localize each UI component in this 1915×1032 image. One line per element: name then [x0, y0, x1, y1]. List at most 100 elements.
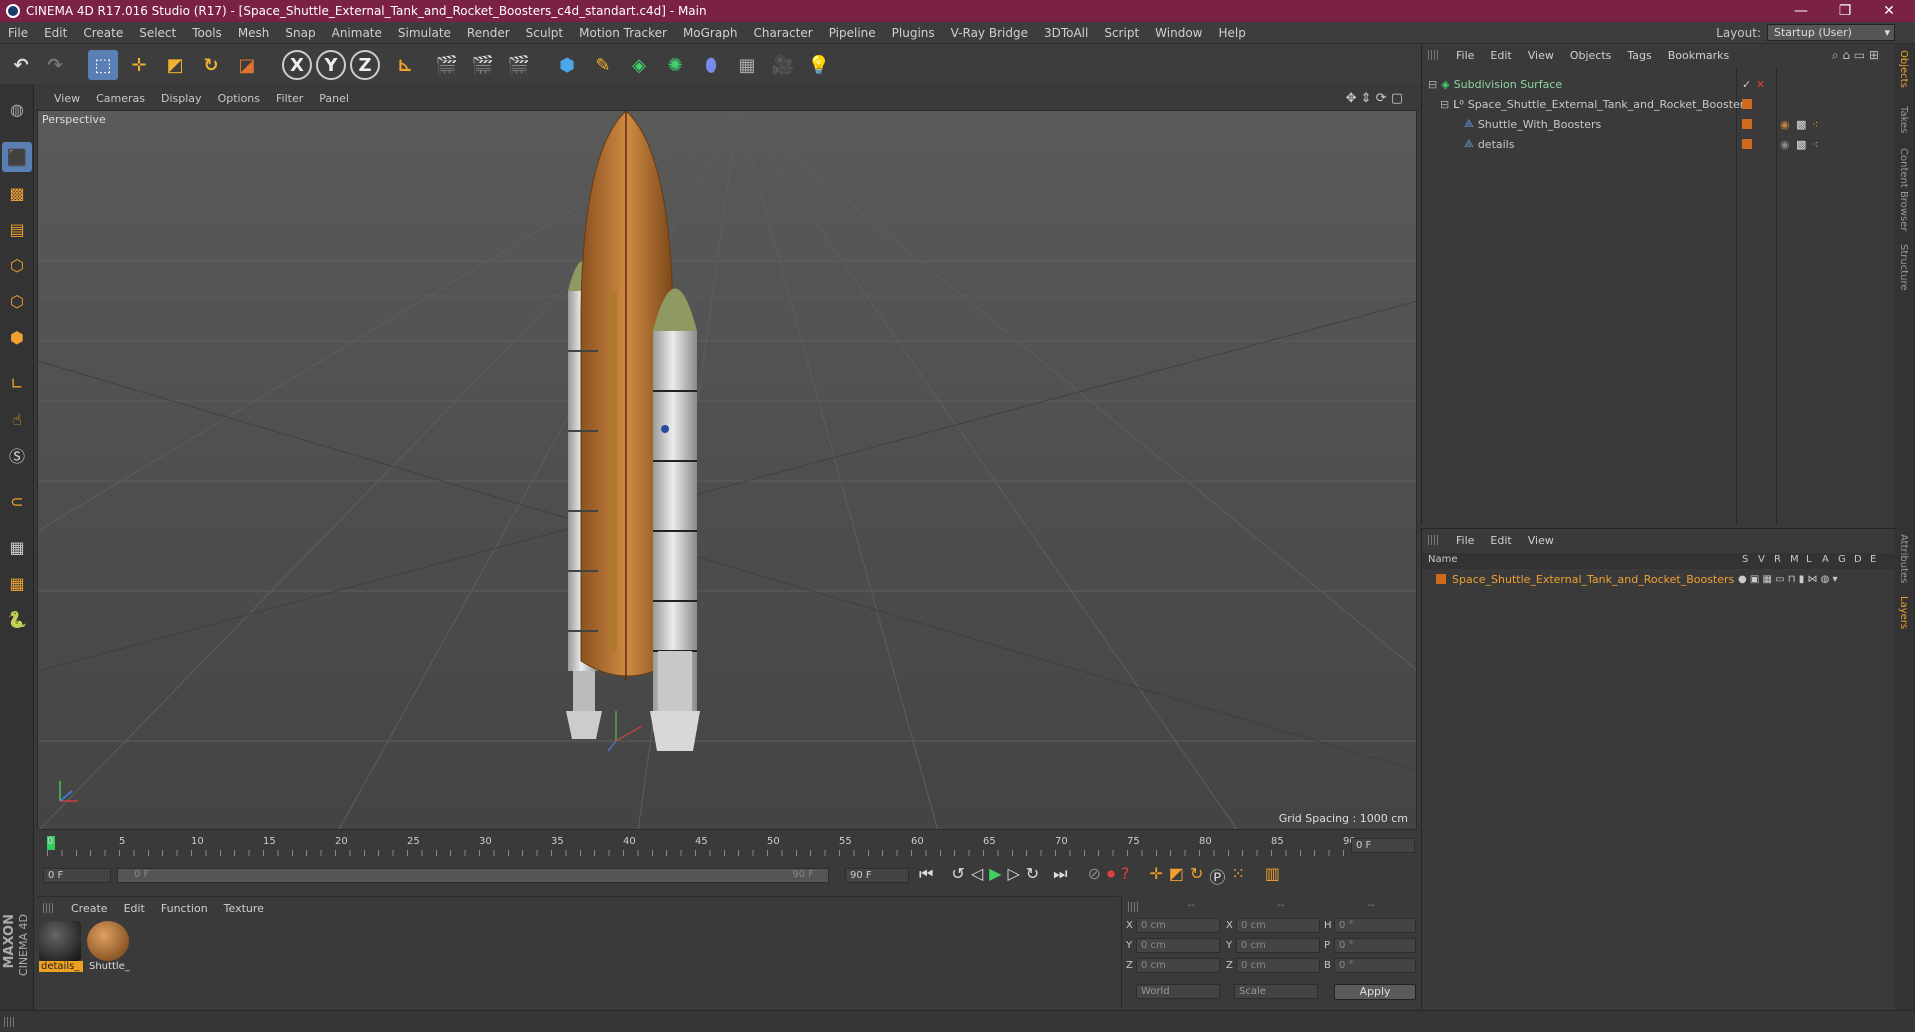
uvw-tag-icon[interactable]: ▩ [1796, 118, 1806, 131]
menu-simulate[interactable]: Simulate [390, 26, 459, 40]
position-x-field[interactable]: 0 cm [1136, 918, 1220, 933]
model-mode-icon[interactable]: ⬛ [2, 142, 32, 172]
go-to-end-icon[interactable]: ⏭ [1053, 864, 1067, 888]
object-menu-objects[interactable]: Objects [1562, 49, 1620, 62]
menu-vray-bridge[interactable]: V-Ray Bridge [943, 26, 1036, 40]
x-axis-button[interactable]: X [282, 50, 312, 80]
snap-icon[interactable]: Ⓢ [2, 440, 32, 470]
layer-color-icon[interactable] [1742, 99, 1752, 109]
position-z-field[interactable]: 0 cm [1136, 958, 1220, 973]
menu-plugins[interactable]: Plugins [884, 26, 943, 40]
menu-snap[interactable]: Snap [277, 26, 323, 40]
collapse-icon[interactable]: ⊟ [1440, 98, 1449, 111]
points-mode-icon[interactable]: ⬡ [2, 250, 32, 280]
floor-icon[interactable]: ▦ [732, 50, 762, 80]
viewport-menu-display[interactable]: Display [153, 92, 210, 105]
tab-objects[interactable]: Objects [1898, 50, 1909, 88]
visibility-check-icon[interactable]: ✓ [1742, 78, 1751, 91]
light-icon[interactable]: 💡 [804, 50, 834, 80]
column-render[interactable]: R [1774, 554, 1781, 565]
key-pla-icon[interactable]: ⁙ [1231, 864, 1244, 888]
rotation-p-field[interactable]: 0 ° [1334, 938, 1416, 953]
layer-menu-edit[interactable]: Edit [1482, 534, 1519, 547]
live-selection-icon[interactable]: ⬚ [88, 50, 118, 80]
tab-structure[interactable]: Structure [1898, 244, 1909, 291]
tweak-mode-icon[interactable]: ☝ [2, 404, 32, 434]
maximize-button[interactable]: ❐ [1823, 0, 1867, 22]
edges-mode-icon[interactable]: ⬡ [2, 286, 32, 316]
column-generators[interactable]: G [1838, 554, 1846, 565]
material-tag-icon[interactable]: ◉ [1780, 118, 1790, 131]
frame-range-slider[interactable]: 0 F 90 F [117, 868, 829, 883]
coord-system-dropdown[interactable]: World [1136, 984, 1220, 999]
menu-render[interactable]: Render [459, 26, 518, 40]
column-visible[interactable]: V [1758, 554, 1765, 565]
cube-object-icon[interactable]: ⬢ [552, 50, 582, 80]
collapse-icon[interactable]: ⊟ [1428, 78, 1437, 91]
size-y-field[interactable]: 0 cm [1236, 938, 1320, 953]
object-menu-file[interactable]: File [1448, 49, 1482, 62]
deformer-icon[interactable]: ⬮ [696, 50, 726, 80]
tab-layers[interactable]: Layers [1898, 596, 1909, 629]
planar-workplane-icon[interactable]: ▦ [2, 568, 32, 598]
object-row-subdivision-surface[interactable]: ⊟ ◈ Subdivision Surface ✓ ✕ [1422, 74, 1896, 94]
material-menu-function[interactable]: Function [153, 902, 216, 915]
viewport-nav-icons[interactable]: ✥ ⇕ ⟳ ▢ [1338, 91, 1411, 106]
start-frame-field[interactable]: 0 F [43, 868, 111, 883]
menu-pipeline[interactable]: Pipeline [821, 26, 884, 40]
coord-mode-dropdown[interactable]: Scale [1234, 984, 1318, 999]
tab-attributes[interactable]: Attributes [1898, 534, 1909, 583]
autokey-icon[interactable]: ⏺ [1107, 864, 1115, 888]
lock-workplane-icon[interactable]: ▦ [2, 532, 32, 562]
selection-tag-icon[interactable]: ⁖ [1812, 118, 1818, 131]
column-manager[interactable]: M [1790, 554, 1799, 565]
subdivision-surface-icon[interactable]: ◈ [624, 50, 654, 80]
tab-takes[interactable]: Takes [1898, 106, 1909, 133]
rotate-icon[interactable]: ↻ [196, 50, 226, 80]
rotation-b-field[interactable]: 0 ° [1334, 958, 1416, 973]
size-x-field[interactable]: 0 cm [1236, 918, 1320, 933]
layer-row[interactable]: Space_Shuttle_External_Tank_and_Rocket_B… [1422, 571, 1896, 587]
key-rotation-icon[interactable]: ↻ [1190, 864, 1203, 888]
menu-select[interactable]: Select [131, 26, 184, 40]
tab-content-browser[interactable]: Content Browser [1898, 148, 1909, 231]
layer-menu-file[interactable]: File [1448, 534, 1482, 547]
texture-mode-icon[interactable]: ▩ [2, 178, 32, 208]
material-menu-create[interactable]: Create [63, 902, 116, 915]
axis-mode-icon[interactable]: ∟ [2, 368, 32, 398]
menu-help[interactable]: Help [1210, 26, 1253, 40]
step-back-icon[interactable]: ◁ [971, 864, 983, 888]
next-key-icon[interactable]: ↻ [1026, 864, 1039, 888]
uvw-tag-icon[interactable]: ▩ [1796, 138, 1806, 151]
current-frame-field[interactable]: 0 F [1351, 838, 1415, 853]
layer-menu-view[interactable]: View [1520, 534, 1562, 547]
workplane-icon[interactable]: ▤ [2, 214, 32, 244]
coordinate-system-icon[interactable]: ⊾ [390, 50, 420, 80]
object-row-shuttle-group[interactable]: ⊟ L⁰ Space_Shuttle_External_Tank_and_Roc… [1422, 94, 1896, 114]
viewport-menu-view[interactable]: View [46, 92, 88, 105]
object-row-details[interactable]: ⟁ details ◉ ▩ ⁖ [1422, 134, 1896, 154]
column-locked[interactable]: L [1806, 554, 1812, 565]
material-menu-edit[interactable]: Edit [116, 902, 153, 915]
step-forward-icon[interactable]: ▷ [1007, 864, 1019, 888]
undo-icon[interactable]: ↶ [6, 50, 36, 80]
key-scale-icon[interactable]: ◩ [1169, 864, 1184, 888]
render-view-icon[interactable]: 🎬 [432, 50, 462, 80]
key-position-icon[interactable]: ✛ [1149, 864, 1162, 888]
menu-file[interactable]: File [0, 26, 36, 40]
material-details[interactable]: details_ [39, 921, 83, 977]
redo-icon[interactable]: ↷ [40, 50, 70, 80]
menu-edit[interactable]: Edit [36, 26, 75, 40]
apply-button[interactable]: Apply [1334, 984, 1416, 1000]
object-menu-view[interactable]: View [1520, 49, 1562, 62]
column-animation[interactable]: A [1822, 554, 1829, 565]
close-button[interactable]: ✕ [1867, 0, 1911, 22]
material-tag-icon[interactable]: ◉ [1780, 138, 1790, 151]
layout-dropdown[interactable]: Startup (User) [1767, 24, 1895, 41]
material-menu-texture[interactable]: Texture [216, 902, 272, 915]
menu-mograph[interactable]: MoGraph [675, 26, 746, 40]
move-icon[interactable]: ✛ [124, 50, 154, 80]
menu-script[interactable]: Script [1096, 26, 1147, 40]
menu-create[interactable]: Create [75, 26, 131, 40]
viewport-menu-cameras[interactable]: Cameras [88, 92, 153, 105]
